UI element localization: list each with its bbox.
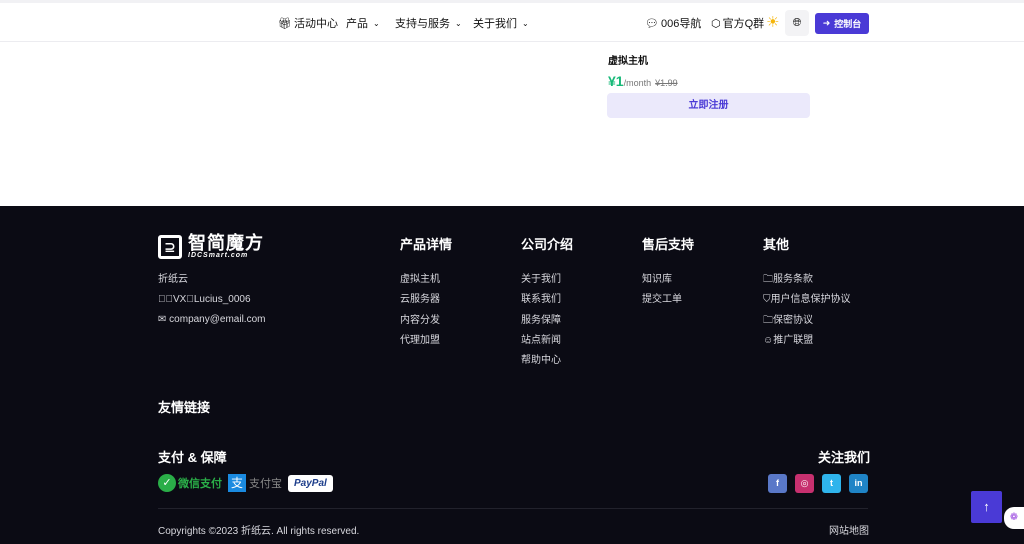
column-title: 其他 xyxy=(763,237,790,252)
footer: ⊇ 智简魔方 IDCSmart.com 折纸云 ✓⃝VX：Lucius_0006 ✉… xyxy=(0,206,1024,544)
logo-mark-icon: ⊇ xyxy=(158,234,182,259)
link-text: 推广联盟 xyxy=(773,334,814,346)
nav-label: 关于我们 xyxy=(473,18,517,30)
language-globe-icon[interactable]: 🌐︎ xyxy=(785,10,809,36)
price: ¥1 xyxy=(608,73,624,89)
link-text: 保密协议 xyxy=(773,314,813,326)
wechat-label: 微信支付 xyxy=(178,478,222,490)
old-price: ¥1.99 xyxy=(655,78,678,88)
linkedin-icon[interactable]: in xyxy=(849,474,868,493)
sitemap-link[interactable]: 网站地图 xyxy=(829,522,869,537)
instagram-icon[interactable]: ◎ xyxy=(795,474,814,493)
mail-icon: ✉ xyxy=(158,314,170,325)
footer-link[interactable]: 提交工单 xyxy=(642,290,682,310)
nav-006[interactable]: 💬︎ 006导航 xyxy=(645,15,701,31)
nav-label: 活动中心 xyxy=(293,18,338,30)
logo-en: IDCSmart.com xyxy=(188,252,249,259)
nav-support[interactable]: 支持与服务 ⌄ xyxy=(395,15,462,31)
smile-icon: ☺ xyxy=(763,334,774,346)
column-support: 知识库 提交工单 xyxy=(642,270,682,311)
footer-link[interactable]: 知识库 xyxy=(642,270,682,290)
alipay-logo: 支支付宝 xyxy=(228,474,282,492)
folder-icon: 🗀 xyxy=(763,314,773,326)
twitter-icon[interactable]: t xyxy=(822,474,841,493)
assistant-floating-icon[interactable]: ❁ xyxy=(1004,507,1024,529)
copyright: Copyrights ©2023 折纸云. All rights reserve… xyxy=(158,526,360,537)
nav-about[interactable]: 关于我们 ⌄ xyxy=(473,15,529,31)
login-icon: ➜ xyxy=(822,18,831,28)
footer-link[interactable]: 虚拟主机 xyxy=(400,270,440,290)
email-text: company@email.com xyxy=(169,314,266,325)
product-card: 虚拟主机 ¥1/month ¥1.99 xyxy=(608,52,678,89)
follow-title: 关注我们 xyxy=(818,450,871,465)
gift-icon: 🎁︎ xyxy=(278,17,292,30)
footer-link[interactable]: 云服务器 xyxy=(400,290,440,310)
console-label: 控制台 xyxy=(834,19,862,29)
nav-products[interactable]: 产品 ⌄ xyxy=(346,15,380,31)
register-button[interactable]: 立即注册 xyxy=(607,93,810,118)
footer-link[interactable]: ⛉用户信息保护协议 xyxy=(763,290,851,310)
payment-title: 支付 & 保障 xyxy=(158,450,227,465)
column-title: 售后支持 xyxy=(642,237,695,252)
logo: ⊇ 智简魔方 IDCSmart.com xyxy=(158,234,264,259)
email-contact[interactable]: ✉ company@email.com xyxy=(158,314,265,325)
footer-link[interactable]: 关于我们 xyxy=(521,270,561,290)
back-to-top-button[interactable]: ↑ xyxy=(971,491,1002,523)
alipay-icon: 支 xyxy=(228,474,246,492)
product-title: 虚拟主机 xyxy=(608,56,648,67)
vx-text: VX：Lucius_0006 xyxy=(173,294,251,305)
footer-link[interactable]: 站点新闻 xyxy=(521,331,561,351)
vx-contact: ✓⃝VX：Lucius_0006 xyxy=(158,294,251,305)
nav-activity[interactable]: 🎁︎ 活动中心 xyxy=(278,15,338,31)
column-company: 关于我们 联系我们 服务保障 站点新闻 帮助中心 xyxy=(521,270,561,371)
product-price: ¥1/month ¥1.99 xyxy=(608,73,678,89)
footer-link[interactable]: 🗀服务条款 xyxy=(763,270,851,290)
link-text: 服务条款 xyxy=(773,274,813,285)
footer-link[interactable]: 帮助中心 xyxy=(521,351,561,371)
chat-icon: 💬︎ xyxy=(645,17,659,30)
link-text: 用户信息保护协议 xyxy=(770,294,851,306)
chevron-down-icon: ⌄ xyxy=(373,18,380,28)
console-button[interactable]: ➜ 控制台 xyxy=(815,13,869,34)
friend-links-title: 友情链接 xyxy=(158,400,211,415)
nav-qq-group[interactable]: ⬡ 官方Q群 xyxy=(711,15,764,31)
footer-divider xyxy=(158,508,868,509)
footer-link[interactable]: 内容分发 xyxy=(400,311,440,331)
logo-cn: 智简魔方 xyxy=(188,233,264,253)
footer-link[interactable]: ☺推广联盟 xyxy=(763,331,851,351)
price-unit: /month xyxy=(623,78,652,88)
company-name: 折纸云 xyxy=(158,274,188,285)
cube-icon: ⬡ xyxy=(711,17,721,30)
footer-link[interactable]: 代理加盟 xyxy=(400,331,440,351)
column-title: 产品详情 xyxy=(400,237,453,252)
wechat-pay-logo: ✓ 微信支付 xyxy=(158,474,222,492)
wechat-check-icon: ✓ xyxy=(158,474,176,492)
facebook-icon[interactable]: f xyxy=(768,474,787,493)
payment-logos: ✓ 微信支付 支支付宝 PayPal xyxy=(158,474,333,492)
chevron-down-icon: ⌄ xyxy=(455,18,462,28)
column-products: 虚拟主机 云服务器 内容分发 代理加盟 xyxy=(400,270,440,351)
footer-link[interactable]: 联系我们 xyxy=(521,290,561,310)
paypal-logo: PayPal xyxy=(288,474,333,492)
folder-icon: 🗀 xyxy=(763,274,773,285)
column-title: 公司介绍 xyxy=(521,237,574,252)
column-other: 🗀服务条款 ⛉用户信息保护协议 🗀保密协议 ☺推广联盟 xyxy=(763,270,851,351)
nav-label: 官方Q群 xyxy=(722,18,765,30)
nav-label: 产品 xyxy=(346,18,368,30)
check-circle-icon: ✓⃝ xyxy=(158,294,173,305)
shield-icon: ⛉ xyxy=(763,294,771,306)
chevron-down-icon: ⌄ xyxy=(522,18,529,28)
footer-link[interactable]: 🗀保密协议 xyxy=(763,311,851,331)
top-nav: 🎁︎ 活动中心 产品 ⌄ 支持与服务 ⌄ 关于我们 ⌄ 💬︎ 006导航 ⬡ 官方Q群 ☀ … xyxy=(0,3,1024,42)
alipay-label: 支付宝 xyxy=(249,478,282,490)
nav-label: 006导航 xyxy=(660,18,702,30)
nav-label: 支持与服务 xyxy=(395,18,450,30)
footer-link[interactable]: 服务保障 xyxy=(521,311,561,331)
theme-toggle-sun-icon[interactable]: ☀ xyxy=(766,15,779,31)
